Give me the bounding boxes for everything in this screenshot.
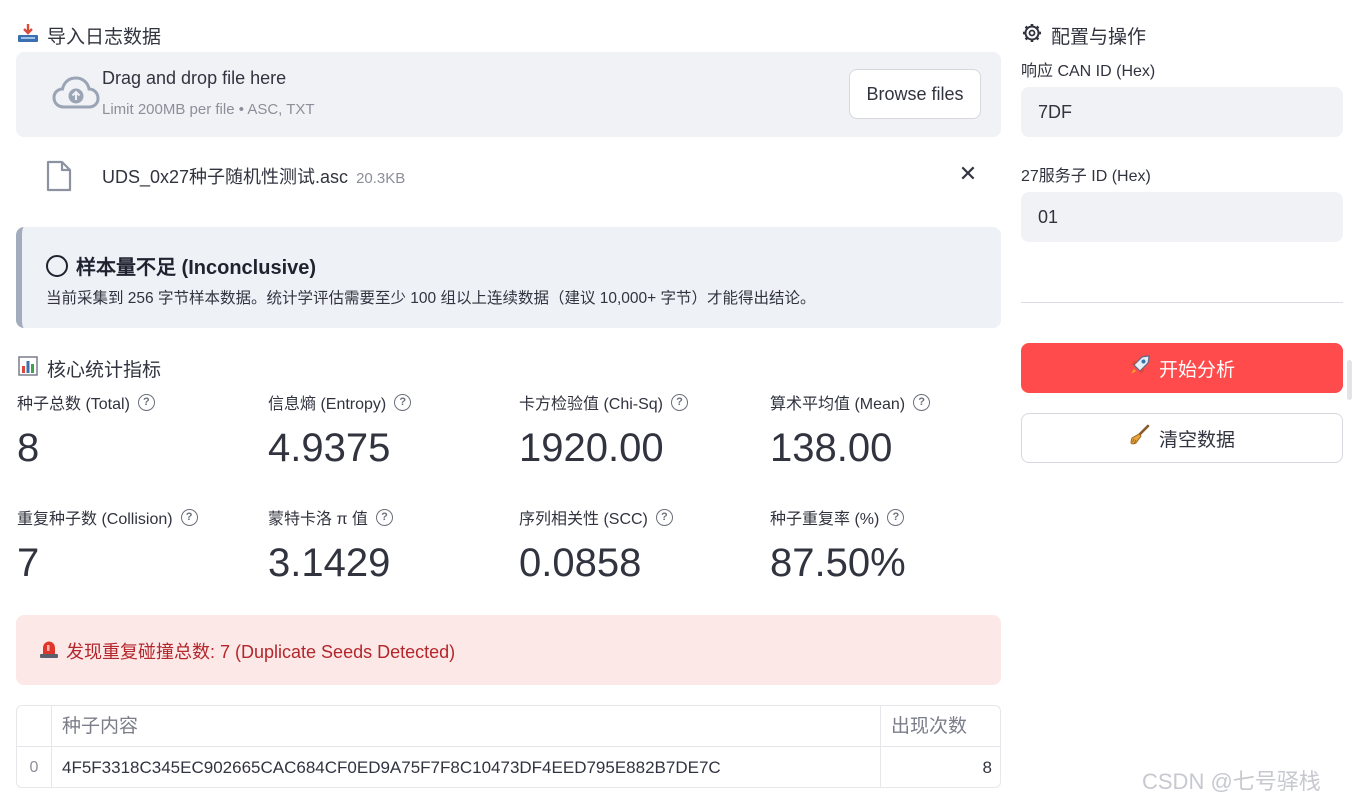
- uploaded-file-row: UDS_0x27种子随机性测试.asc 20.3KB ✕: [16, 150, 1001, 202]
- metric-label: 重复种子数 (Collision): [17, 511, 173, 528]
- metric-label: 算术平均值 (Mean): [770, 396, 906, 413]
- metric-value: 87.50%: [770, 541, 906, 585]
- help-icon[interactable]: ?: [887, 508, 905, 526]
- metric-label: 序列相关性 (SCC): [519, 511, 648, 528]
- metric-total: 种子总数 (Total)? 8: [17, 390, 257, 472]
- help-icon[interactable]: ?: [180, 508, 198, 526]
- metric-value: 0.0858: [519, 541, 642, 585]
- rocket-icon: [1129, 354, 1151, 382]
- sub-id-label: 27服务子 ID (Hex): [1021, 168, 1151, 185]
- verdict-alert: 样本量不足 (Inconclusive) 当前采集到 256 字节样本数据。统计…: [16, 227, 1001, 328]
- index-header: [17, 706, 52, 747]
- cloud-upload-icon: [52, 76, 100, 109]
- upload-section-title: 导入日志数据: [17, 22, 161, 49]
- table-row[interactable]: 0 4F5F3318C345EC902665CAC684CF0ED9A75F7F…: [17, 747, 1000, 787]
- clear-data-button[interactable]: 清空数据: [1021, 413, 1343, 463]
- browse-files-button[interactable]: Browse files: [849, 69, 981, 119]
- collision-alert-text: 发现重复碰撞总数: 7 (Duplicate Seeds Detected): [38, 638, 455, 664]
- config-title-text: 配置与操作: [1051, 27, 1147, 48]
- file-name-text: UDS_0x27种子随机性测试.asc: [102, 167, 349, 187]
- metric-value: 8: [17, 426, 40, 470]
- row-index: 0: [17, 747, 52, 787]
- metric-mean: 算术平均值 (Mean)? 138.00: [770, 390, 1010, 472]
- metric-collision: 重复种子数 (Collision)? 7: [17, 505, 257, 587]
- duplicate-seeds-table[interactable]: 种子内容 出现次数 0 4F5F3318C345EC902665CAC684CF…: [16, 705, 1001, 788]
- bar-chart-icon: [17, 356, 39, 381]
- dropzone-title: Drag and drop file here: [102, 68, 287, 88]
- metric-value: 138.00: [770, 426, 893, 470]
- scrollbar-handle[interactable]: [1347, 360, 1352, 400]
- start-analysis-label: 开始分析: [1158, 359, 1235, 381]
- metric-label: 种子总数 (Total): [17, 396, 130, 413]
- metric-value: 3.1429: [268, 541, 391, 585]
- clear-data-label: 清空数据: [1158, 429, 1235, 451]
- column-header-seed[interactable]: 种子内容: [52, 706, 881, 747]
- metric-value: 7: [17, 541, 40, 585]
- can-id-label: 响应 CAN ID (Hex): [1021, 63, 1156, 80]
- help-icon[interactable]: ?: [375, 508, 393, 526]
- metric-scc: 序列相关性 (SCC)? 0.0858: [519, 505, 759, 587]
- help-icon[interactable]: ?: [137, 393, 155, 411]
- upload-title-text: 导入日志数据: [47, 27, 162, 48]
- metric-label: 卡方检验值 (Chi-Sq): [519, 396, 664, 413]
- watermark: CSDN @七号驿栈: [1142, 769, 1321, 794]
- metric-label: 信息熵 (Entropy): [268, 396, 387, 413]
- help-icon[interactable]: ?: [671, 393, 689, 411]
- help-icon[interactable]: ?: [913, 393, 931, 411]
- metric-monte-carlo-pi: 蒙特卡洛 π 值? 3.1429: [268, 505, 508, 587]
- metric-value: 1920.00: [519, 426, 664, 470]
- dropzone-limit: Limit 200MB per file • ASC, TXT: [102, 101, 315, 118]
- metric-value: 4.9375: [268, 426, 391, 470]
- file-icon: [46, 160, 72, 192]
- column-header-count[interactable]: 出现次数: [881, 706, 1000, 747]
- config-section-title: 配置与操作: [1021, 22, 1146, 49]
- broom-icon: [1129, 424, 1151, 452]
- verdict-body: 当前采集到 256 字节样本数据。统计学评估需要至少 100 组以上连续数据（建…: [46, 290, 816, 307]
- metric-label: 种子重复率 (%): [770, 511, 880, 528]
- sidebar-divider: [1021, 302, 1343, 303]
- gear-icon: [1021, 23, 1043, 48]
- help-icon[interactable]: ?: [655, 508, 673, 526]
- file-dropzone[interactable]: Drag and drop file here Limit 200MB per …: [16, 52, 1001, 137]
- sub-id-input[interactable]: [1021, 192, 1343, 242]
- metric-chi-sq: 卡方检验值 (Chi-Sq)? 1920.00: [519, 390, 759, 472]
- siren-icon: [38, 639, 60, 664]
- collision-alert: 发现重复碰撞总数: 7 (Duplicate Seeds Detected): [16, 615, 1001, 685]
- verdict-title: 样本量不足 (Inconclusive): [46, 251, 316, 280]
- help-icon[interactable]: ?: [394, 393, 412, 411]
- metrics-title-text: 核心统计指标: [47, 360, 162, 381]
- metric-entropy: 信息熵 (Entropy)? 4.9375: [268, 390, 508, 472]
- verdict-title-text: 样本量不足 (Inconclusive): [76, 257, 317, 279]
- count-cell[interactable]: 8: [881, 747, 1000, 787]
- file-name: UDS_0x27种子随机性测试.asc 20.3KB: [102, 163, 405, 189]
- metric-label: 蒙特卡洛 π 值: [268, 511, 368, 528]
- file-size: 20.3KB: [356, 170, 406, 187]
- start-analysis-button[interactable]: 开始分析: [1021, 343, 1343, 393]
- remove-file-icon[interactable]: ✕: [956, 162, 980, 186]
- collision-text: 发现重复碰撞总数: 7 (Duplicate Seeds Detected): [66, 642, 456, 662]
- hollow-circle-icon: [46, 254, 68, 277]
- can-id-input[interactable]: [1021, 87, 1343, 137]
- seed-cell[interactable]: 4F5F3318C345EC902665CAC684CF0ED9A75F7F8C…: [52, 747, 881, 787]
- metrics-section-title: 核心统计指标: [17, 355, 161, 382]
- metric-repeat-rate: 种子重复率 (%)? 87.50%: [770, 505, 1010, 587]
- inbox-tray-icon: [17, 23, 39, 48]
- table-header-row: 种子内容 出现次数: [17, 706, 1000, 747]
